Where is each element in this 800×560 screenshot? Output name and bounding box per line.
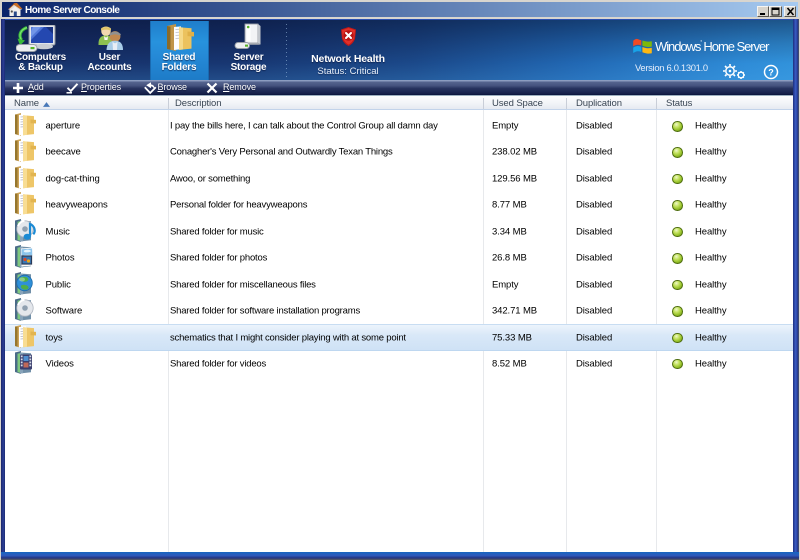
svg-text:?: ? bbox=[768, 68, 774, 78]
